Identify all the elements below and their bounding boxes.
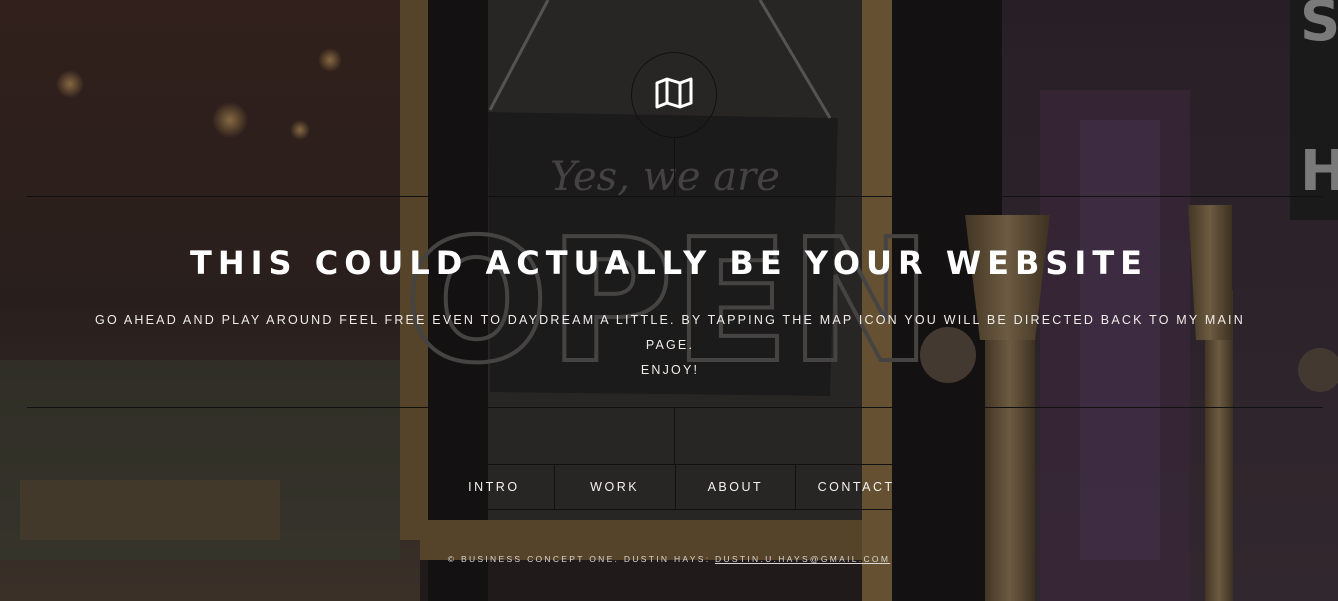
footer: © BUSINESS CONCEPT ONE. DUSTIN HAYS: DUS… — [0, 554, 1338, 564]
nav-item-about[interactable]: ABOUT — [676, 465, 797, 509]
map-icon-button[interactable] — [631, 52, 717, 138]
footer-email-link[interactable]: DUSTIN.U.HAYS@GMAIL.COM — [715, 554, 890, 564]
page-title: THIS COULD ACTUALLY BE YOUR WEBSITE — [190, 244, 1148, 282]
nav-item-work[interactable]: WORK — [555, 465, 676, 509]
connector-line-bottom — [674, 407, 675, 464]
main-content: THIS COULD ACTUALLY BE YOUR WEBSITE GO A… — [0, 0, 1338, 601]
connector-line-top — [674, 138, 675, 196]
divider-top — [27, 196, 1323, 197]
footer-text: © BUSINESS CONCEPT ONE. DUSTIN HAYS: — [447, 554, 716, 564]
nav-item-contact[interactable]: CONTACT — [796, 465, 916, 509]
page-subtitle: GO AHEAD AND PLAY AROUND FEEL FREE EVEN … — [70, 308, 1270, 383]
subtitle-line-2: ENJOY! — [640, 363, 700, 377]
subtitle-line-1: GO AHEAD AND PLAY AROUND FEEL FREE EVEN … — [95, 313, 1245, 352]
map-icon — [655, 77, 693, 114]
nav-item-intro[interactable]: INTRO — [434, 465, 555, 509]
divider-bottom — [27, 407, 1323, 408]
main-nav: INTRO WORK ABOUT CONTACT — [433, 464, 917, 510]
